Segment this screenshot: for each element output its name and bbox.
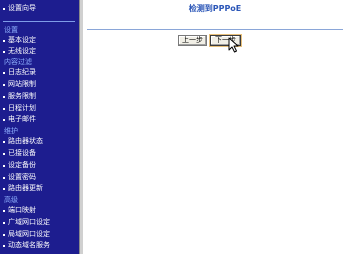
bullet-icon <box>3 187 5 190</box>
sidebar-item-service-block[interactable]: 服务限制 <box>2 91 36 102</box>
bullet-icon <box>3 221 5 224</box>
sidebar-item-lan-setup[interactable]: 局域网口设定 <box>2 229 50 240</box>
sidebar-item-router-upgrade[interactable]: 路由器更新 <box>2 183 43 194</box>
sidebar-item-attached-devices[interactable]: 已接设备 <box>2 148 36 159</box>
sidebar-item-dynamic-dns[interactable]: 动态域名服务 <box>2 240 50 251</box>
sidebar-section-content-filter: 内容过滤 <box>4 58 32 66</box>
sidebar-item-router-status[interactable]: 路由器状态 <box>2 136 43 147</box>
previous-button[interactable]: 上一步 <box>178 35 207 46</box>
bullet-icon <box>3 140 5 143</box>
sidebar-item-set-password[interactable]: 设置密码 <box>2 172 36 183</box>
title-rule <box>87 29 343 30</box>
sidebar-item-wireless-settings[interactable]: 无线设定 <box>2 46 36 57</box>
bullet-icon <box>3 176 5 179</box>
sidebar-nav: 设置向导 设置 基本设定 无线设定 内容过滤 日志纪录 网站限制 服务限制 日程… <box>0 0 79 254</box>
sidebar-section-maintenance: 维护 <box>4 127 18 135</box>
sidebar-item-schedule[interactable]: 日程计划 <box>2 103 36 114</box>
bullet-icon <box>3 118 5 121</box>
bullet-icon <box>3 39 5 42</box>
sidebar-item-wan-setup[interactable]: 广域网口设定 <box>2 217 50 228</box>
sidebar-item-email[interactable]: 电子邮件 <box>2 114 36 125</box>
bullet-icon <box>3 233 5 236</box>
sidebar-divider-line <box>3 21 75 22</box>
sidebar-item-logs[interactable]: 日志纪录 <box>2 67 36 78</box>
sidebar-item-website-block[interactable]: 网站限制 <box>2 79 36 90</box>
bullet-icon <box>3 7 5 10</box>
sidebar-section-settings: 设置 <box>4 26 18 34</box>
sidebar-item-port-forwarding[interactable]: 端口映射 <box>2 205 36 216</box>
mouse-cursor-icon <box>228 37 239 53</box>
main-content: 检测到PPPoE 上一步 下一步 <box>83 0 347 254</box>
bullet-icon <box>3 152 5 155</box>
bullet-icon <box>3 107 5 110</box>
page-title: 检测到PPPoE <box>188 4 242 13</box>
sidebar-item-backup-settings[interactable]: 设定备份 <box>2 160 36 171</box>
sidebar-section-advanced: 高级 <box>4 196 18 204</box>
bullet-icon <box>3 209 5 212</box>
sidebar-item-basic-settings[interactable]: 基本设定 <box>2 35 36 46</box>
bullet-icon <box>3 244 5 247</box>
bullet-icon <box>3 50 5 53</box>
bullet-icon <box>3 95 5 98</box>
bullet-icon <box>3 164 5 167</box>
bullet-icon <box>3 83 5 86</box>
bullet-icon <box>3 71 5 74</box>
sidebar-item-setup-wizard[interactable]: 设置向导 <box>2 3 36 14</box>
